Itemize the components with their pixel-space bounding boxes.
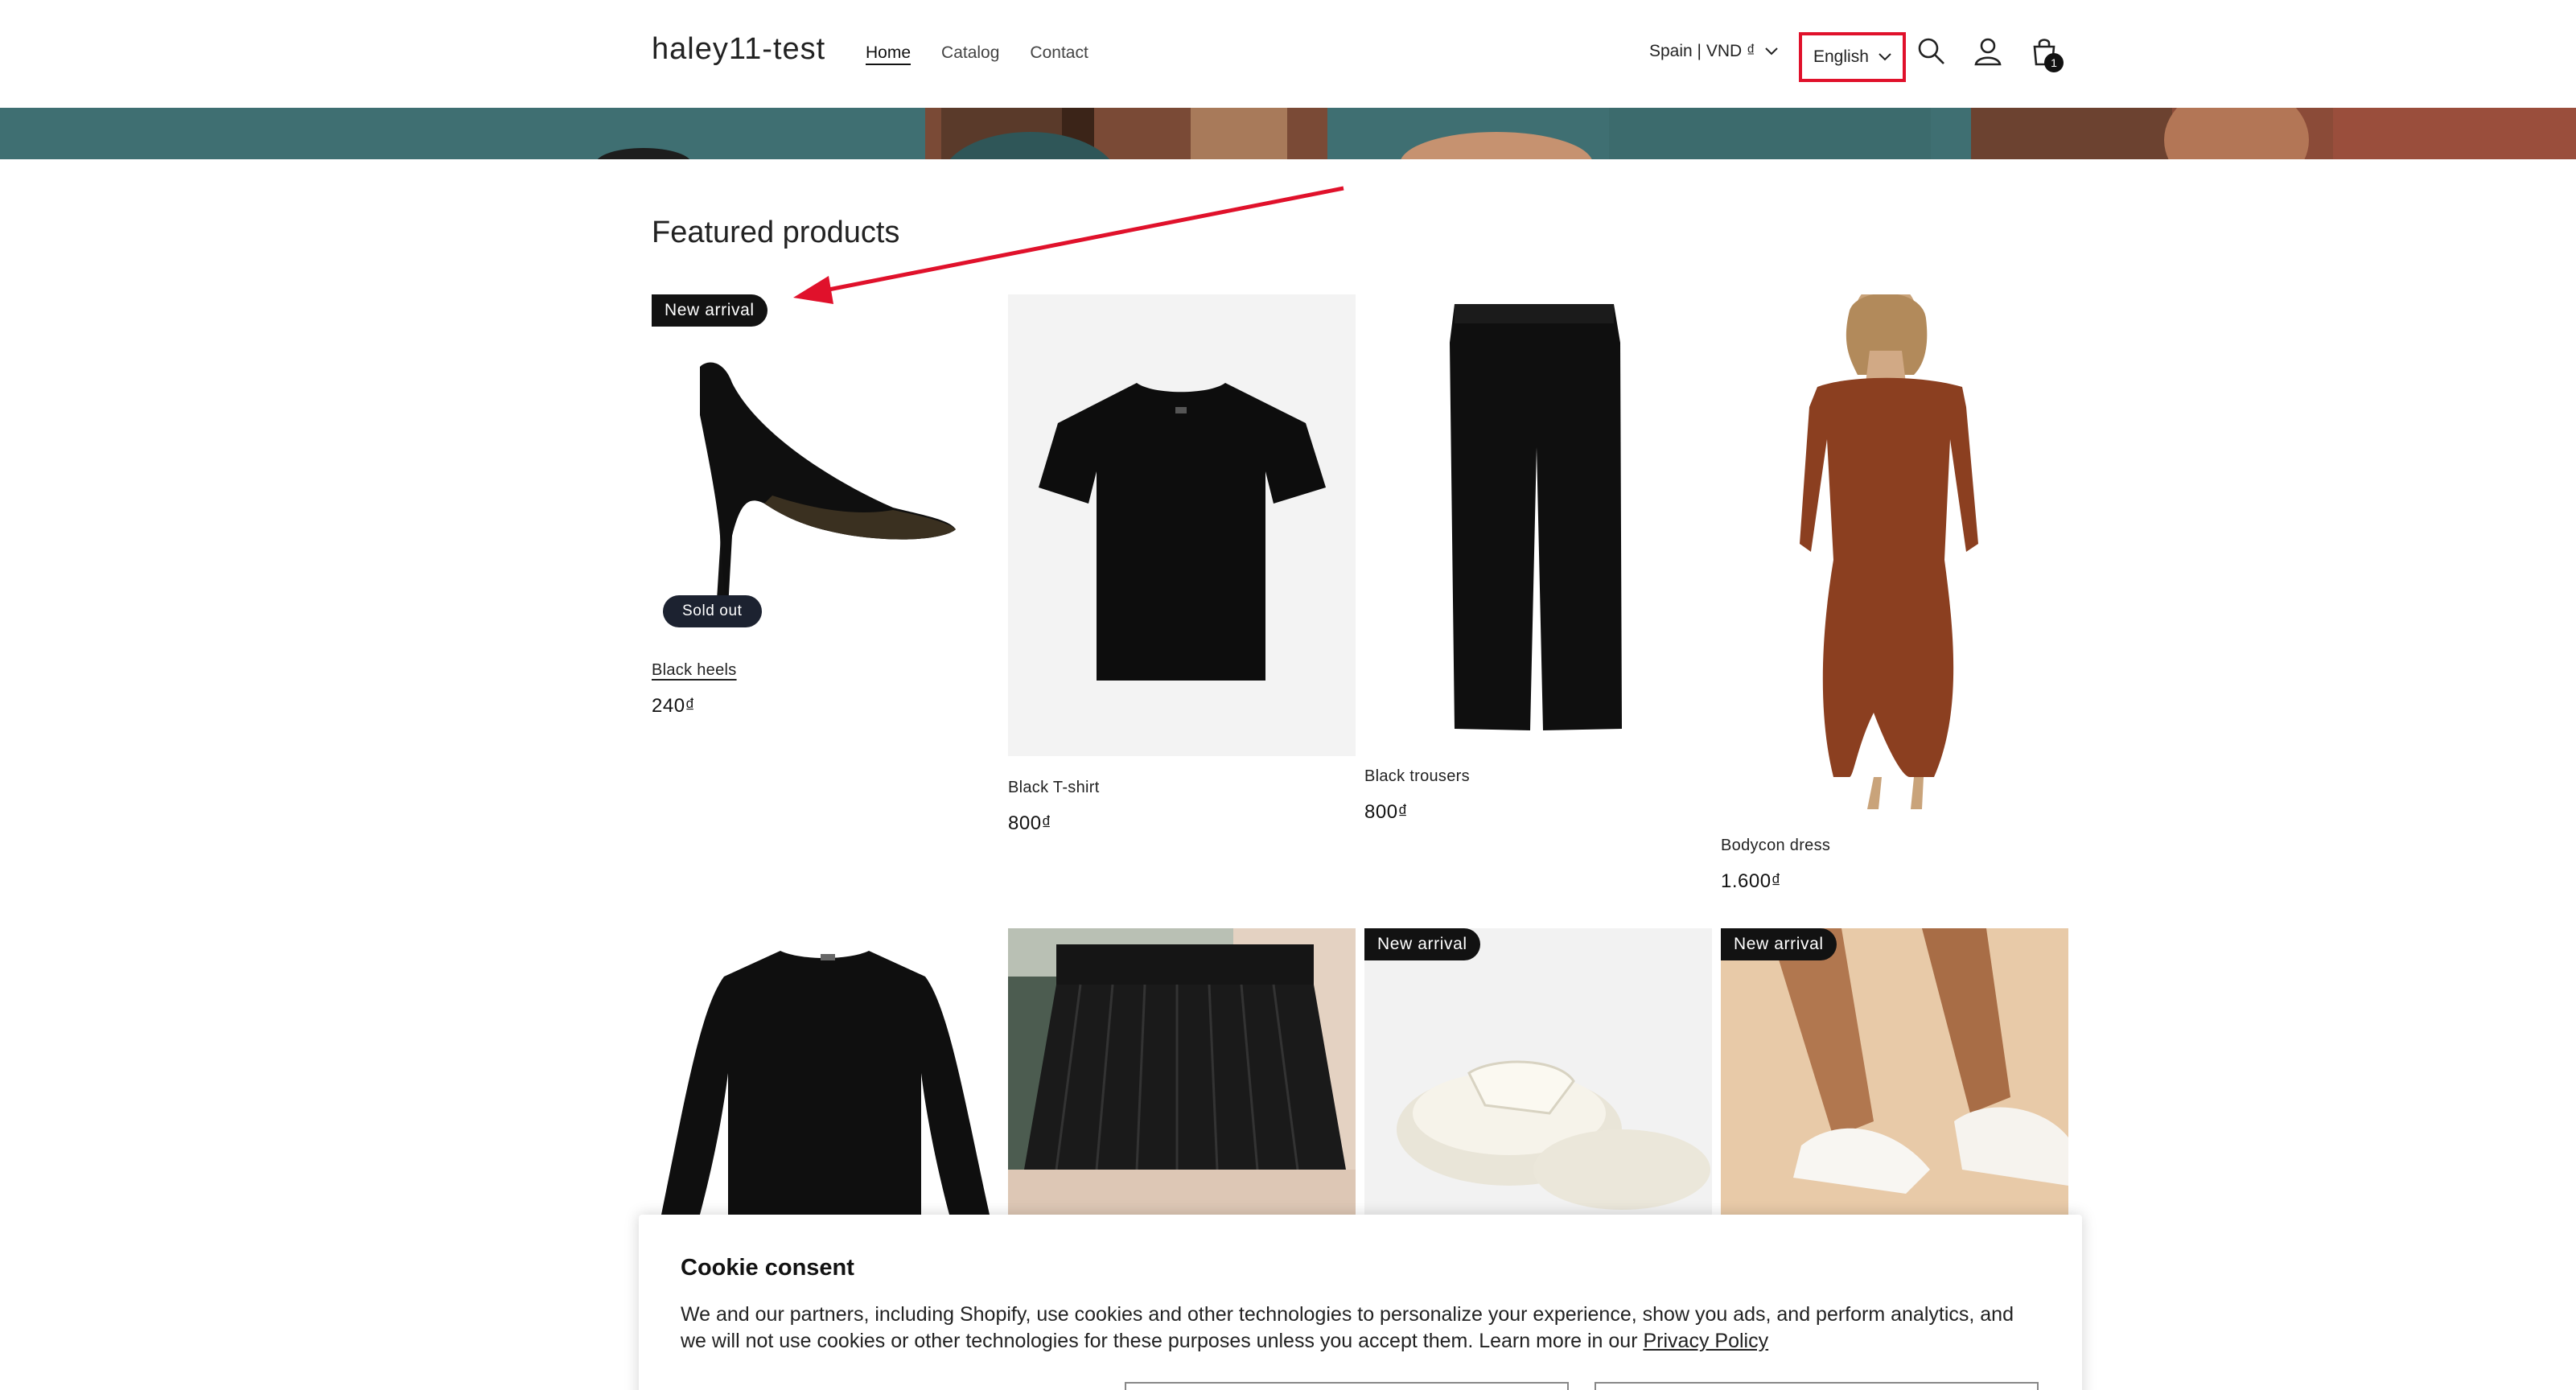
product-image-sneakers[interactable] — [1721, 928, 2068, 1215]
chevron-down-icon — [1765, 47, 1778, 56]
product-image-tshirt[interactable] — [1008, 294, 1356, 756]
product-image-longsleeve[interactable] — [652, 928, 999, 1215]
cookie-text: We and our partners, including Shopify, … — [681, 1302, 2040, 1355]
product-card[interactable]: Black trousers 800₫ — [1364, 294, 1712, 825]
section-title: Featured products — [652, 216, 900, 249]
store-logo[interactable]: haley11-test — [652, 32, 825, 67]
account-icon[interactable] — [1972, 35, 2004, 68]
product-card[interactable] — [1008, 928, 1356, 1218]
new-arrival-badge: New arrival — [1364, 928, 1480, 960]
product-image-slides[interactable] — [1364, 928, 1712, 1215]
product-image-trousers[interactable] — [1364, 294, 1712, 745]
cart-count-badge: 1 — [2044, 53, 2064, 72]
product-image-dress[interactable] — [1721, 294, 2068, 817]
cookie-body: We and our partners, including Shopify, … — [681, 1303, 2014, 1352]
main-nav: Home Catalog Contact — [866, 43, 1088, 63]
sold-out-badge: Sold out — [663, 595, 762, 627]
cookie-button-2[interactable] — [1595, 1382, 2039, 1390]
product-card[interactable]: Black T-shirt 800₫ — [1008, 294, 1356, 841]
language-selector[interactable]: English — [1799, 32, 1906, 82]
new-arrival-badge: New arrival — [1721, 928, 1837, 960]
cookie-button-1[interactable] — [1125, 1382, 1569, 1390]
product-price: 1.600₫ — [1721, 870, 1782, 892]
product-price: 240₫ — [652, 695, 696, 717]
nav-home[interactable]: Home — [866, 43, 911, 63]
new-arrival-badge: New arrival — [652, 294, 767, 327]
cookie-consent-banner: Cookie consent We and our partners, incl… — [639, 1215, 2082, 1390]
language-label: English — [1813, 47, 1869, 66]
product-card[interactable]: Bodycon dress 1.600₫ — [1721, 294, 2068, 906]
product-price: 800₫ — [1364, 801, 1409, 823]
product-title[interactable]: Black heels — [652, 661, 737, 680]
product-title[interactable]: Black trousers — [1364, 767, 1470, 786]
nav-contact[interactable]: Contact — [1030, 43, 1088, 63]
product-card[interactable]: New arrival Sold out Black heels 240₫ — [652, 294, 999, 729]
chevron-down-icon — [1879, 53, 1891, 61]
hero-banner-image — [0, 108, 2576, 159]
privacy-policy-link[interactable]: Privacy Policy — [1644, 1330, 1769, 1352]
product-title[interactable]: Bodycon dress — [1721, 837, 1830, 855]
site-header: haley11-test Home Catalog Contact Spain … — [0, 0, 2576, 108]
product-image-skirt[interactable] — [1008, 928, 1356, 1215]
country-label: Spain | VND ₫ — [1649, 42, 1755, 60]
cookie-title: Cookie consent — [681, 1255, 854, 1281]
product-card[interactable]: New arrival — [1364, 928, 1712, 1218]
country-selector[interactable]: Spain | VND ₫ — [1649, 42, 1778, 61]
product-card[interactable]: New arrival — [1721, 928, 2068, 1218]
search-icon[interactable] — [1916, 35, 1948, 68]
product-image-heels[interactable] — [652, 294, 999, 632]
nav-catalog[interactable]: Catalog — [941, 43, 999, 63]
product-card[interactable] — [652, 928, 999, 1218]
product-title[interactable]: Black T-shirt — [1008, 779, 1100, 797]
product-price: 800₫ — [1008, 812, 1052, 834]
